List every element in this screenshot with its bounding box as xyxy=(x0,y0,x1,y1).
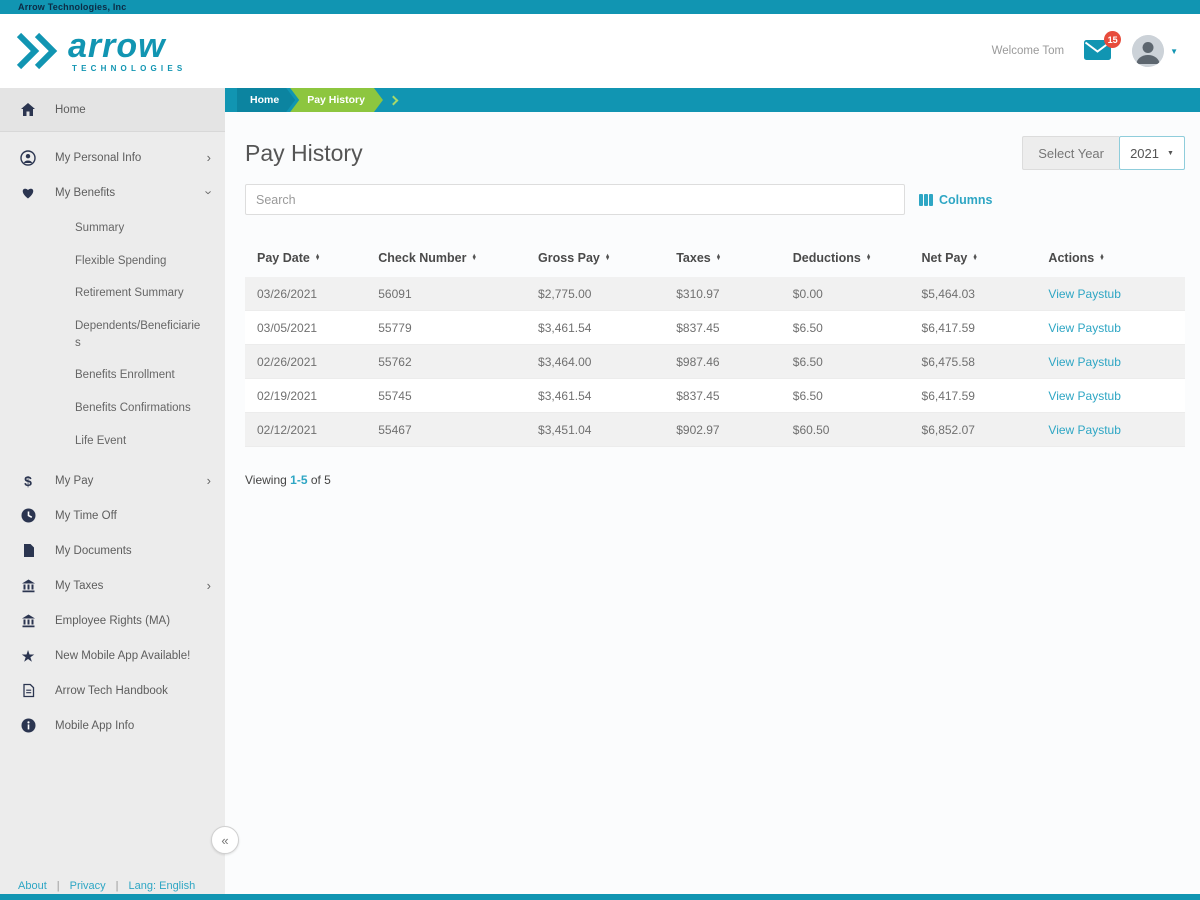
search-input[interactable] xyxy=(245,184,905,215)
avatar xyxy=(1132,35,1165,67)
document-icon xyxy=(18,543,38,558)
submenu-item-life-event[interactable]: Life Event xyxy=(0,425,225,458)
view-paystub-link[interactable]: View Paystub xyxy=(1048,423,1121,437)
person-icon xyxy=(18,149,38,166)
sort-icon: ▲ ▼ xyxy=(715,252,722,262)
messages-button[interactable]: 15 xyxy=(1084,31,1122,62)
user-menu[interactable]: ▼ xyxy=(1132,35,1178,67)
collapse-icon: « xyxy=(221,832,229,848)
separator: | xyxy=(115,880,119,892)
page-title: Pay History xyxy=(245,139,363,166)
table-row: 02/26/2021 55762 $3,464.00 $987.46 $6.50… xyxy=(245,345,1185,379)
sort-icon: ▲ ▼ xyxy=(1099,252,1105,262)
sidebar: Home My Personal Info › My Benefits › Su… xyxy=(0,88,239,900)
table-row: 02/12/2021 55467 $3,451.04 $902.97 $60.5… xyxy=(245,413,1185,447)
table-row: 03/26/2021 56091 $2,775.00 $310.97 $0.00… xyxy=(245,277,1185,311)
submenu-item-flexible-spending[interactable]: Flexible Spending xyxy=(0,245,225,278)
pay-history-table: Pay Date ▲ ▼ Check Number ▲ ▼ Gross Pay ▲ ▼… xyxy=(245,239,1185,447)
sidebar-item-my-personal-info[interactable]: My Personal Info › xyxy=(0,140,225,175)
bank-icon xyxy=(18,578,38,593)
view-paystub-link[interactable]: View Paystub xyxy=(1048,355,1121,369)
table-row: 02/19/2021 55745 $3,461.54 $837.45 $6.50… xyxy=(245,379,1185,413)
logo-wordmark: arrow xyxy=(68,27,166,65)
pagination-range: 1-5 xyxy=(290,473,308,487)
footer-links: About | Privacy | Lang: English xyxy=(18,880,195,892)
header-deductions[interactable]: Deductions ▲ ▼ xyxy=(781,251,910,265)
sidebar-item-new-mobile-app[interactable]: ★ New Mobile App Available! xyxy=(0,638,225,673)
logo-subtitle: TECHNOLOGIES xyxy=(72,64,187,73)
header-taxes[interactable]: Taxes ▲ ▼ xyxy=(664,251,781,265)
breadcrumb: Home Pay History xyxy=(225,88,1200,112)
info-icon xyxy=(18,718,38,733)
welcome-text: Welcome Tom xyxy=(991,45,1065,57)
columns-icon xyxy=(919,193,933,206)
header-actions[interactable]: Actions ▲ ▼ xyxy=(1036,251,1166,265)
sidebar-item-my-time-off[interactable]: My Time Off xyxy=(0,498,225,533)
sidebar-item-employee-rights[interactable]: Employee Rights (MA) xyxy=(0,603,225,638)
submenu-item-retirement-summary[interactable]: Retirement Summary xyxy=(0,277,225,310)
bank-icon xyxy=(18,613,38,628)
sort-icon: ▲ ▼ xyxy=(604,252,611,262)
sidebar-item-my-taxes[interactable]: My Taxes › xyxy=(0,568,225,603)
company-name: Arrow Technologies, Inc xyxy=(18,2,127,12)
chevron-down-icon: › xyxy=(201,190,217,195)
sort-icon: ▲ ▼ xyxy=(471,252,477,262)
breadcrumb-chevron-icon xyxy=(388,95,399,105)
clock-icon xyxy=(18,508,38,523)
breadcrumb-home[interactable]: Home xyxy=(237,88,295,112)
chevron-down-icon: ▼ xyxy=(1166,149,1174,157)
unread-count-badge: 15 xyxy=(1104,31,1122,48)
header-pay-date[interactable]: Pay Date ▲ ▼ xyxy=(245,251,366,265)
benefits-submenu: Summary Flexible Spending Retirement Sum… xyxy=(0,210,225,463)
submenu-item-dependents-beneficiaries[interactable]: Dependents/Beneficiaries xyxy=(0,310,225,359)
header-net-pay[interactable]: Net Pay ▲ ▼ xyxy=(910,251,1037,265)
sidebar-item-handbook[interactable]: Arrow Tech Handbook xyxy=(0,673,225,708)
table-header-row: Pay Date ▲ ▼ Check Number ▲ ▼ Gross Pay ▲ ▼… xyxy=(245,239,1185,277)
sort-icon: ▲ ▼ xyxy=(865,252,872,262)
star-icon: ★ xyxy=(21,647,35,664)
arrow-logo: arrow TECHNOLOGIES xyxy=(14,29,186,73)
language-link[interactable]: Lang: English xyxy=(129,880,196,892)
submenu-item-summary[interactable]: Summary xyxy=(0,212,225,245)
sidebar-item-my-documents[interactable]: My Documents xyxy=(0,533,225,568)
home-icon xyxy=(18,102,38,117)
sort-icon: ▲ ▼ xyxy=(314,252,321,262)
submenu-item-benefits-confirmations[interactable]: Benefits Confirmations xyxy=(0,392,225,425)
heart-icon xyxy=(18,185,38,200)
year-filter: Select Year 2021 ▼ xyxy=(1022,136,1185,170)
pagination-status: Viewing 1-5 of 5 xyxy=(245,473,331,487)
breadcrumb-current: Pay History xyxy=(290,88,383,112)
chevron-down-icon: ▼ xyxy=(1170,46,1178,56)
view-paystub-link[interactable]: View Paystub xyxy=(1048,389,1121,403)
header-gross-pay[interactable]: Gross Pay ▲ ▼ xyxy=(526,251,664,265)
chevron-right-icon: › xyxy=(206,473,211,489)
bottom-bar xyxy=(0,894,1200,900)
view-paystub-link[interactable]: View Paystub xyxy=(1048,287,1121,301)
main-content: Pay History Select Year 2021 ▼ Search Co… xyxy=(225,112,1200,900)
sidebar-item-mobile-app-info[interactable]: Mobile App Info xyxy=(0,708,225,743)
sidebar-item-my-benefits[interactable]: My Benefits › xyxy=(0,175,225,210)
chevron-right-icon: › xyxy=(206,578,211,594)
select-year-label: Select Year xyxy=(1022,136,1119,170)
about-link[interactable]: About xyxy=(18,880,47,892)
separator: | xyxy=(56,880,60,892)
view-paystub-link[interactable]: View Paystub xyxy=(1048,321,1121,335)
company-bar: Arrow Technologies, Inc xyxy=(0,0,1200,14)
chevron-right-icon: › xyxy=(206,150,211,165)
header-check-number[interactable]: Check Number ▲ ▼ xyxy=(366,251,526,265)
year-select-value: 2021 xyxy=(1130,145,1159,161)
year-select[interactable]: 2021 ▼ xyxy=(1119,136,1185,170)
dollar-icon: $ xyxy=(24,472,32,489)
sidebar-item-my-pay[interactable]: $ My Pay › xyxy=(0,463,225,498)
app-header: arrow TECHNOLOGIES Welcome Tom 15 ▼ xyxy=(0,14,1200,88)
handbook-icon xyxy=(18,683,38,698)
sidebar-collapse-button[interactable]: « xyxy=(211,826,239,854)
submenu-item-benefits-enrollment[interactable]: Benefits Enrollment xyxy=(0,359,225,392)
sidebar-item-home[interactable]: Home xyxy=(0,88,225,132)
table-row: 03/05/2021 55779 $3,461.54 $837.45 $6.50… xyxy=(245,311,1185,345)
sort-icon: ▲ ▼ xyxy=(972,252,978,262)
columns-button[interactable]: Columns xyxy=(919,193,992,207)
logo-chevrons-icon xyxy=(16,32,58,70)
privacy-link[interactable]: Privacy xyxy=(70,880,106,892)
